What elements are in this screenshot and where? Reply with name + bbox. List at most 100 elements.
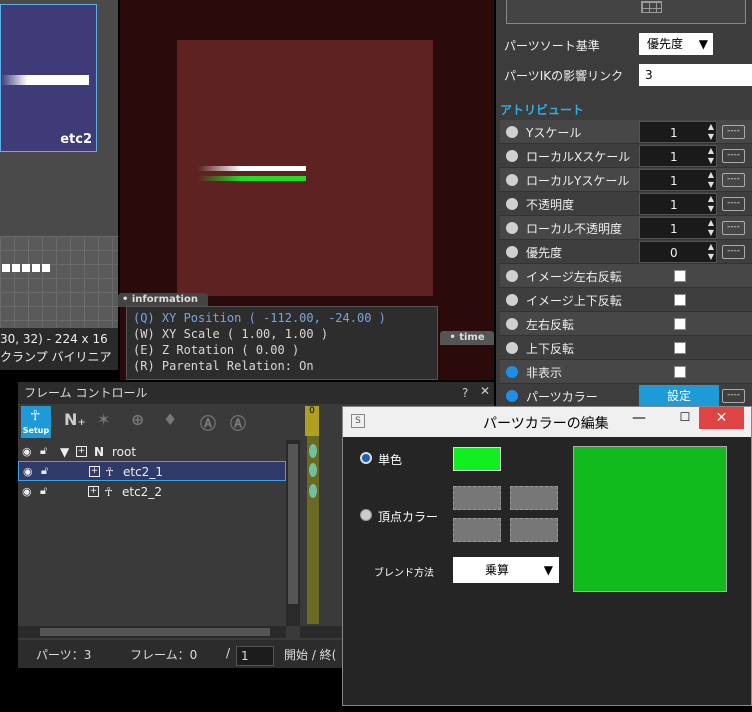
attr-name: 優先度 <box>526 246 563 260</box>
attr-checkbox[interactable] <box>674 318 686 330</box>
keyframe-etc2-2[interactable] <box>309 484 317 498</box>
texture-grid[interactable] <box>0 236 118 328</box>
spinner-icon[interactable]: ▲ ▼ <box>706 122 716 142</box>
playhead-track[interactable] <box>307 406 319 624</box>
playhead[interactable]: 0 <box>305 406 319 436</box>
sort-select[interactable]: 優先度 ▼ <box>639 33 713 55</box>
attr-name: Yスケール <box>526 126 582 140</box>
expand-box-icon[interactable]: + <box>88 486 99 497</box>
tree-row-etc2-2[interactable]: ◉ 🔓︎ + ☥ etc2_2 <box>18 482 286 502</box>
key-indicator-icon[interactable] <box>506 150 518 162</box>
key-indicator-icon[interactable] <box>506 366 518 378</box>
tree-scrollbar[interactable] <box>286 440 300 626</box>
attr-menu-button[interactable]: ---- <box>722 221 745 235</box>
information-tab[interactable]: • information <box>118 293 208 307</box>
start-end-label: 開始 / 終( <box>284 648 337 662</box>
vertex-swatch-top-left[interactable] <box>453 486 501 510</box>
minimize-icon[interactable]: — <box>629 410 649 430</box>
vertex-swatch-bottom-left[interactable] <box>453 518 501 542</box>
blend-select[interactable]: 乗算 ▼ <box>453 557 559 583</box>
key-indicator-icon[interactable] <box>506 174 518 186</box>
attr-menu-button[interactable]: ---- <box>722 389 745 403</box>
attr-menu-button[interactable]: ---- <box>722 197 745 211</box>
texture-cells <box>2 264 50 272</box>
image-preview[interactable]: etc2 <box>0 4 97 152</box>
image-info: 30, 32) - 224 x 16 クランプ バイリニア <box>0 328 118 370</box>
key-indicator-icon[interactable] <box>506 318 518 330</box>
eye-icon[interactable]: ◉ <box>22 445 32 458</box>
spinner-icon[interactable]: ▲ ▼ <box>706 218 716 238</box>
part-etc2-1[interactable] <box>198 166 306 171</box>
tree-row-root[interactable]: ◉ 🔓︎ ▼ + N root <box>18 442 286 462</box>
key-indicator-icon[interactable] <box>506 294 518 306</box>
eye-icon[interactable]: ◉ <box>22 485 32 498</box>
attr-menu-button[interactable]: ---- <box>722 245 745 259</box>
attr-name: 非表示 <box>526 366 563 380</box>
key-indicator-icon[interactable] <box>506 390 518 402</box>
add-null-icon[interactable]: N₊ <box>64 410 86 429</box>
dialog-titlebar[interactable]: S パーツカラーの編集 — ☐ ✕ <box>343 407 751 437</box>
close-icon[interactable]: ✕ <box>480 384 490 398</box>
image-info-filter: クランプ バイリニア <box>0 350 112 364</box>
key-indicator-icon[interactable] <box>506 246 518 258</box>
single-color-radio[interactable] <box>360 452 372 464</box>
close-icon[interactable]: ✕ <box>699 407 744 429</box>
add-effect-icon[interactable]: ♦ <box>163 410 177 429</box>
time-tab[interactable]: • time <box>440 331 494 345</box>
lock-icon[interactable]: 🔓︎ <box>41 464 48 478</box>
key-indicator-icon[interactable] <box>506 342 518 354</box>
help-icon[interactable]: ? <box>462 386 468 400</box>
parts-count: パーツ：3 <box>36 648 92 662</box>
attr-row-flip-v: 上下反転 <box>500 336 752 360</box>
key-indicator-icon[interactable] <box>506 222 518 234</box>
attr-row-part-color: パーツカラー 設定 ---- <box>500 384 752 408</box>
attr-menu-button[interactable]: ---- <box>722 125 745 139</box>
attr-row-opacity: 不透明度 1 ▲ ▼ ---- <box>500 192 752 216</box>
attr-menu-button[interactable]: ---- <box>722 173 745 187</box>
spinner-icon[interactable]: ▲ ▼ <box>706 194 716 214</box>
attr-row-local-x-scale: ローカルXスケール 1 ▲ ▼ ---- <box>500 144 752 168</box>
attr-checkbox[interactable] <box>674 342 686 354</box>
tree-hscrollbar[interactable] <box>18 626 286 638</box>
keyframe-etc2-1[interactable] <box>309 463 317 477</box>
expand-box-icon[interactable]: + <box>89 466 100 477</box>
expand-icon[interactable]: ▼ <box>60 445 69 459</box>
ik-input[interactable]: 3 <box>639 64 752 86</box>
single-color-swatch[interactable] <box>453 447 501 471</box>
attr-checkbox[interactable] <box>674 294 686 306</box>
add-bone-icon[interactable]: ✶ <box>97 410 110 429</box>
attr-name: ローカルXスケール <box>526 150 631 164</box>
add-point-icon[interactable]: ⊕ <box>131 410 144 429</box>
key-indicator-icon[interactable] <box>506 198 518 210</box>
undo-icon[interactable]: Ⓐ <box>200 410 216 434</box>
info-xy-scale: (W) XY Scale ( 1.00, 1.00 ) <box>133 327 329 341</box>
part-etc2-2[interactable] <box>198 176 306 181</box>
tree-row-etc2-1[interactable]: ◉ 🔓︎ + ☥ etc2_1 <box>18 461 286 481</box>
attr-menu-button[interactable]: ---- <box>722 149 745 163</box>
part-color-set-button[interactable]: 設定 <box>639 385 719 407</box>
lock-icon[interactable]: 🔓︎ <box>40 484 47 498</box>
vertex-color-radio[interactable] <box>360 509 372 521</box>
spinner-icon[interactable]: ▲ ▼ <box>706 170 716 190</box>
eye-icon[interactable]: ◉ <box>23 465 33 478</box>
spinner-icon[interactable]: ▲ ▼ <box>706 146 716 166</box>
attr-checkbox[interactable] <box>674 270 686 282</box>
redo-icon[interactable]: Ⓐ <box>230 410 246 434</box>
expand-box-icon[interactable]: + <box>76 446 87 457</box>
lock-icon[interactable]: 🔓︎ <box>40 444 47 458</box>
setup-button[interactable]: ☥ Setup <box>21 406 51 438</box>
attr-name: パーツカラー <box>526 390 598 404</box>
vertex-swatch-bottom-right[interactable] <box>510 518 558 542</box>
vertex-swatch-top-right[interactable] <box>510 486 558 510</box>
spinner-icon[interactable]: ▲ ▼ <box>706 242 716 262</box>
total-frames-input[interactable]: 1 <box>236 646 274 666</box>
key-indicator-icon[interactable] <box>506 126 518 138</box>
keyframe-root[interactable] <box>309 444 317 458</box>
maximize-icon[interactable]: ☐ <box>675 410 695 430</box>
key-indicator-icon[interactable] <box>506 270 518 282</box>
timeline-hscrollbar[interactable] <box>300 626 344 638</box>
grid-icon[interactable] <box>641 1 662 13</box>
attr-name: 左右反転 <box>526 318 575 332</box>
ik-label: パーツIKの影響リンク <box>504 69 624 83</box>
attr-checkbox[interactable] <box>674 366 686 378</box>
